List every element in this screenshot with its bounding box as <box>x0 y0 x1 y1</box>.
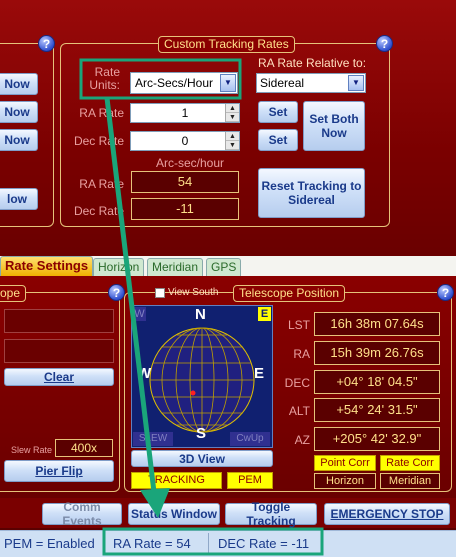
help-icon[interactable]: ? <box>38 35 55 52</box>
slew-rate-label: Slew Rate <box>10 445 52 455</box>
help-icon[interactable]: ? <box>437 284 454 301</box>
ra-rate-label: RA Rate <box>79 106 124 120</box>
empty-field-1 <box>4 309 114 333</box>
alt-label: ALT <box>288 404 310 418</box>
ra-value: 15h 39m 26.76s <box>314 341 440 365</box>
corner-e-badge: E <box>258 307 271 321</box>
compass-e: E <box>254 365 265 382</box>
rate-units-select[interactable]: Arc-Secs/Hour ▼ <box>130 72 238 94</box>
help-icon[interactable]: ? <box>108 284 125 301</box>
dec-rate-readout: -11 <box>131 198 239 220</box>
rate-corr-indicator: Rate Corr <box>380 455 440 471</box>
status-window-button[interactable]: Status Window <box>128 503 220 525</box>
dec-label: DEC <box>284 376 310 390</box>
relative-select[interactable]: Sidereal ▼ <box>256 73 366 93</box>
meridian-indicator: Meridian <box>380 473 440 489</box>
corner-w-badge: W <box>133 307 146 321</box>
lst-value: 16h 38m 07.64s <box>314 312 440 336</box>
telescope-title: Telescope Position <box>233 285 346 302</box>
slew-indicator: SLEW <box>133 432 173 446</box>
rate-units-label: Rate Units: <box>89 65 120 92</box>
dec-rate-input[interactable]: 0 ▲ ▼ <box>130 131 240 151</box>
now-button-3[interactable]: Now <box>0 129 38 151</box>
custom-tracking-title: Custom Tracking Rates <box>158 36 295 53</box>
tracking-indicator: TRACKING <box>131 472 222 489</box>
slow-button[interactable]: low <box>0 188 38 210</box>
slew-rate-value: 400x <box>55 439 113 457</box>
compass-n: N <box>195 306 206 323</box>
status-divider-2 <box>208 533 209 555</box>
view-south-label: View South <box>168 287 219 298</box>
now-button-2[interactable]: Now <box>0 101 38 123</box>
chevron-down-icon[interactable]: ▼ <box>220 74 236 92</box>
dec-rate-value: 0 <box>181 134 189 148</box>
compass-w: W <box>137 365 152 382</box>
ra-rate-value: 1 <box>181 106 189 120</box>
relative-value: Sidereal <box>260 76 305 90</box>
tab-gps[interactable]: GPS <box>206 258 242 276</box>
clear-button[interactable]: Clear <box>4 368 114 386</box>
view-south-checkbox[interactable] <box>155 288 165 298</box>
status-pem: PEM = Enabled <box>4 536 95 551</box>
help-icon[interactable]: ? <box>376 35 393 52</box>
ra-rate-input[interactable]: 1 ▲ ▼ <box>130 103 240 123</box>
set-dec-button[interactable]: Set <box>258 129 298 151</box>
tab-meridian[interactable]: Meridian <box>147 258 204 276</box>
ra-label: RA <box>293 347 310 361</box>
relative-label: RA Rate Relative to: <box>258 56 367 70</box>
now-button-1[interactable]: Now <box>0 73 38 95</box>
pem-indicator: PEM <box>227 472 273 489</box>
reset-tracking-button[interactable]: Reset Tracking to Sidereal <box>258 168 365 218</box>
view-3d-button[interactable]: 3D View <box>131 450 273 467</box>
lst-label: LST <box>287 318 310 332</box>
set-both-button[interactable]: Set Both Now <box>303 101 365 151</box>
horizon-indicator: Horizon <box>314 473 376 489</box>
toggle-tracking-button[interactable]: Toggle Tracking <box>225 500 317 528</box>
dec-value: +04° 18' 04.5" <box>314 370 440 394</box>
comm-events-button[interactable]: Comm Events <box>42 500 122 528</box>
emergency-stop-button[interactable]: EMERGENCY STOP <box>324 503 450 525</box>
az-value: +205° 42' 32.9" <box>314 427 440 451</box>
point-corr-indicator: Point Corr <box>314 455 376 471</box>
set-ra-button[interactable]: Set <box>258 101 298 123</box>
dec-rate-readout-label: Dec Rate <box>73 204 124 218</box>
status-ra-rate: RA Rate = 54 <box>113 536 191 551</box>
chevron-down-icon[interactable]: ▼ <box>348 75 364 91</box>
empty-field-2 <box>4 339 114 363</box>
scope-title: ope <box>0 285 27 302</box>
ra-rate-spinner[interactable]: ▲ ▼ <box>225 104 239 122</box>
cwup-indicator: CwUp <box>230 432 270 446</box>
dec-rate-spinner[interactable]: ▲ ▼ <box>225 132 239 150</box>
alt-value: +54° 24' 31.5" <box>314 398 440 422</box>
ra-rate-readout: 54 <box>131 171 239 193</box>
compass-s: S <box>196 425 207 442</box>
tab-rate-settings[interactable]: Rate Settings <box>0 256 94 276</box>
rate-units-value: Arc-Secs/Hour <box>135 76 214 90</box>
unit-caption: Arc-sec/hour <box>155 156 225 170</box>
status-dec-rate: DEC Rate = -11 <box>218 536 310 551</box>
ra-rate-readout-label: RA Rate <box>79 177 124 191</box>
dec-rate-label: Dec Rate <box>73 134 124 148</box>
status-divider-1 <box>104 533 105 555</box>
pier-flip-button[interactable]: Pier Flip <box>4 460 114 482</box>
az-label: AZ <box>294 433 310 447</box>
tab-horizon[interactable]: Horizon <box>93 258 145 276</box>
